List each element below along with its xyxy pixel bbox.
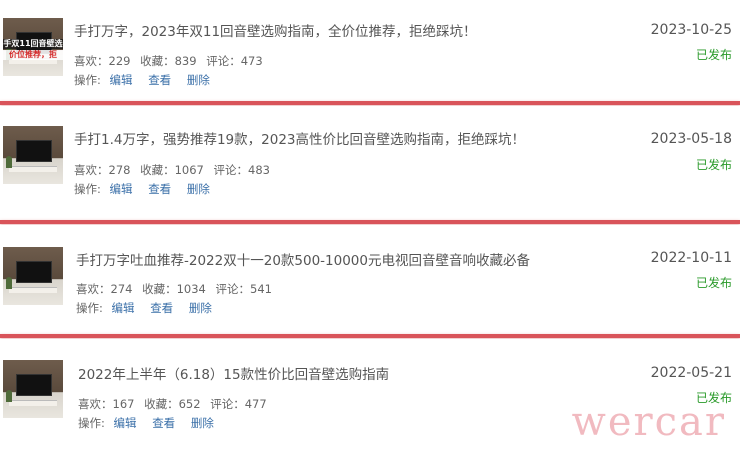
article-stats: 喜欢：278 收藏：1067 评论：483 bbox=[74, 162, 276, 178]
thumbnail-caption: 价位推荐，拒 bbox=[3, 50, 63, 60]
view-link[interactable]: 查看 bbox=[152, 416, 175, 430]
article-card: 手双11回音壁选 价位推荐，拒 手打万字，2023年双11回音壁选购指南，全价位… bbox=[0, 0, 740, 100]
article-thumbnail[interactable] bbox=[3, 247, 63, 305]
tv-image bbox=[16, 261, 52, 283]
edit-link[interactable]: 编辑 bbox=[112, 301, 135, 315]
favorites-count: 收藏：839 bbox=[140, 54, 197, 68]
article-card: 手打万字吐血推荐-2022双十一20款500-10000元电视回音壁音响收藏必备… bbox=[0, 225, 740, 333]
article-stats: 喜欢：229 收藏：839 评论：473 bbox=[74, 53, 269, 69]
view-link[interactable]: 查看 bbox=[148, 182, 171, 196]
favorites-count: 收藏：652 bbox=[144, 397, 201, 411]
article-card: 手打1.4万字，强势推荐19款，2023高性价比回音壁选购指南，拒绝踩坑！ 喜欢… bbox=[0, 106, 740, 218]
delete-link[interactable]: 删除 bbox=[187, 182, 210, 196]
separator bbox=[0, 220, 740, 224]
delete-link[interactable]: 删除 bbox=[189, 301, 212, 315]
edit-link[interactable]: 编辑 bbox=[114, 416, 137, 430]
article-title[interactable]: 手打1.4万字，强势推荐19款，2023高性价比回音壁选购指南，拒绝踩坑！ bbox=[74, 128, 525, 148]
article-title[interactable]: 手打万字吐血推荐-2022双十一20款500-10000元电视回音壁音响收藏必备 bbox=[76, 249, 530, 269]
comments-count: 评论：483 bbox=[213, 163, 270, 177]
status-badge: 已发布 bbox=[695, 158, 732, 172]
likes-count: 喜欢：278 bbox=[74, 163, 131, 177]
tv-image bbox=[16, 140, 52, 162]
plant-image bbox=[6, 277, 12, 289]
comments-count: 评论：473 bbox=[206, 54, 263, 68]
article-thumbnail[interactable] bbox=[3, 126, 63, 184]
view-link[interactable]: 查看 bbox=[148, 73, 171, 87]
status-badge: 已发布 bbox=[695, 48, 732, 62]
actions-label: 操作: bbox=[74, 182, 101, 196]
article-actions: 操作: 编辑 查看 删除 bbox=[78, 415, 214, 431]
tv-image bbox=[16, 374, 52, 396]
edit-link[interactable]: 编辑 bbox=[110, 73, 133, 87]
article-title[interactable]: 2022年上半年（6.18）15款性价比回音壁选购指南 bbox=[78, 363, 389, 383]
plant-image bbox=[6, 156, 12, 168]
view-link[interactable]: 查看 bbox=[150, 301, 173, 315]
article-thumbnail[interactable]: 手双11回音壁选 价位推荐，拒 bbox=[3, 18, 63, 76]
tv-stand-image bbox=[9, 166, 57, 172]
status-badge: 已发布 bbox=[695, 276, 732, 290]
article-stats: 喜欢：274 收藏：1034 评论：541 bbox=[76, 281, 278, 297]
separator bbox=[0, 334, 740, 338]
likes-count: 喜欢：274 bbox=[76, 282, 133, 296]
thumbnail-caption: 手双11回音壁选 bbox=[3, 39, 63, 49]
edit-link[interactable]: 编辑 bbox=[110, 182, 133, 196]
watermark: wercar bbox=[571, 399, 726, 445]
actions-label: 操作: bbox=[74, 73, 101, 87]
publish-date: 2022-10-11 bbox=[650, 250, 732, 266]
article-actions: 操作: 编辑 查看 删除 bbox=[74, 181, 210, 197]
plant-image bbox=[6, 390, 12, 402]
comments-count: 评论：541 bbox=[215, 282, 272, 296]
favorites-count: 收藏：1067 bbox=[140, 163, 204, 177]
article-title[interactable]: 手打万字，2023年双11回音壁选购指南，全价位推荐，拒绝踩坑！ bbox=[74, 20, 477, 40]
tv-stand-image bbox=[9, 400, 57, 406]
article-actions: 操作: 编辑 查看 删除 bbox=[76, 300, 212, 316]
comments-count: 评论：477 bbox=[210, 397, 267, 411]
publish-date: 2023-05-18 bbox=[650, 131, 732, 147]
article-stats: 喜欢：167 收藏：652 评论：477 bbox=[78, 396, 273, 412]
actions-label: 操作: bbox=[78, 416, 105, 430]
publish-date: 2023-10-25 bbox=[650, 22, 732, 38]
article-thumbnail[interactable] bbox=[3, 360, 63, 418]
delete-link[interactable]: 删除 bbox=[187, 73, 210, 87]
likes-count: 喜欢：229 bbox=[74, 54, 131, 68]
delete-link[interactable]: 删除 bbox=[191, 416, 214, 430]
article-actions: 操作: 编辑 查看 删除 bbox=[74, 72, 210, 88]
likes-count: 喜欢：167 bbox=[78, 397, 135, 411]
publish-date: 2022-05-21 bbox=[650, 365, 732, 381]
favorites-count: 收藏：1034 bbox=[142, 282, 206, 296]
actions-label: 操作: bbox=[76, 301, 103, 315]
tv-stand-image bbox=[9, 287, 57, 293]
separator bbox=[0, 101, 740, 105]
